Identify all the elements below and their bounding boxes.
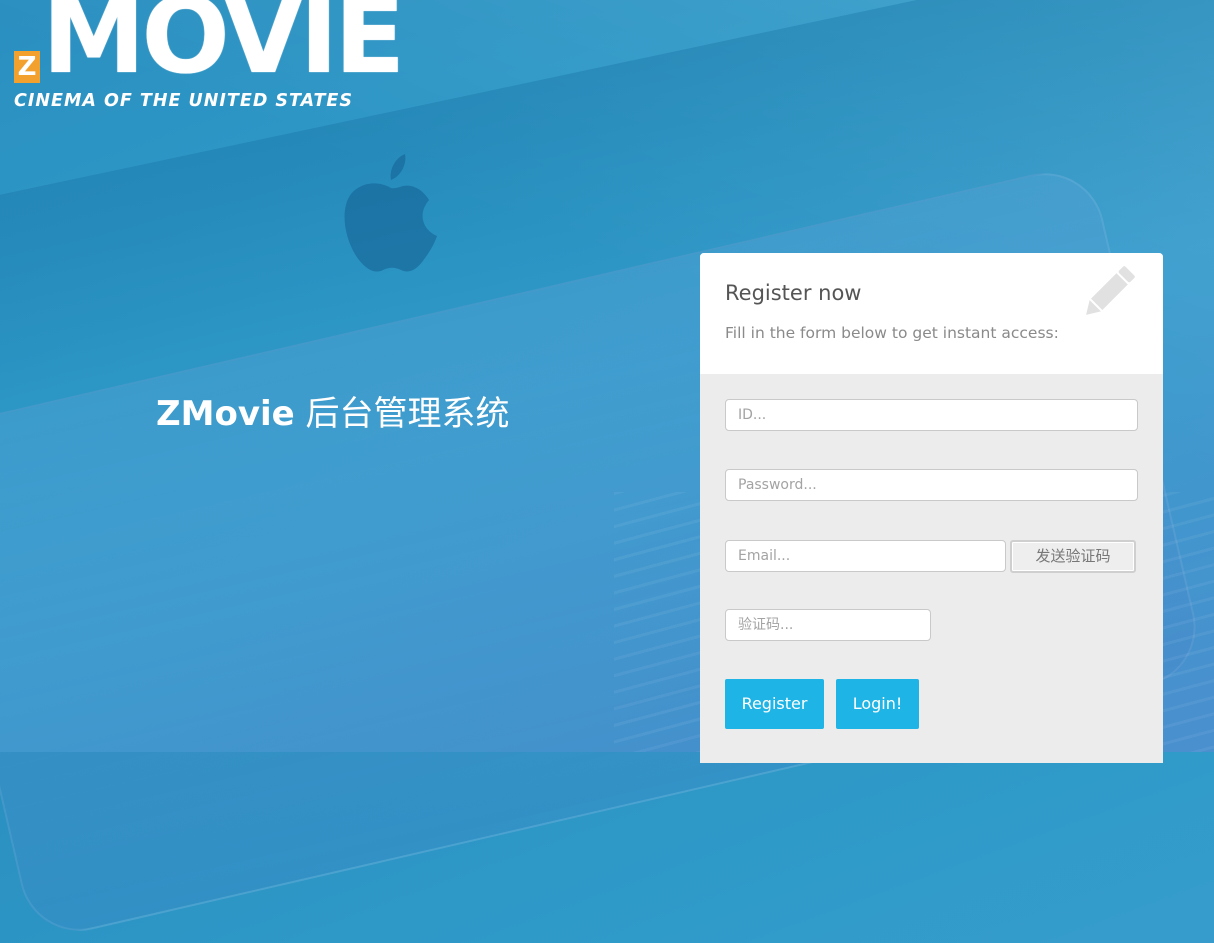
site-logo: MOVIE Z CINEMA OF THE UNITED STATES	[12, 0, 405, 118]
logo-z-badge: Z	[14, 51, 40, 83]
register-button[interactable]: Register	[725, 679, 824, 729]
verification-code-input[interactable]	[725, 609, 931, 641]
register-subtitle: Fill in the form below to get instant ac…	[725, 324, 1059, 342]
logo-word: MOVIE	[42, 0, 405, 97]
logo-tagline: CINEMA OF THE UNITED STATES	[14, 91, 353, 111]
register-card: Register now Fill in the form below to g…	[700, 253, 1163, 763]
send-code-button[interactable]: 发送验证码	[1010, 540, 1136, 573]
system-title-subtitle: 后台管理系统	[294, 394, 510, 434]
login-button[interactable]: Login!	[836, 679, 919, 729]
password-input[interactable]	[725, 469, 1138, 501]
register-card-header: Register now Fill in the form below to g…	[700, 253, 1163, 374]
system-title: ZMovie 后台管理系统	[156, 386, 510, 435]
register-title: Register now	[725, 281, 862, 305]
system-title-brand: ZMovie	[156, 394, 295, 434]
pencil-icon	[1086, 266, 1135, 315]
id-input[interactable]	[725, 399, 1138, 431]
email-input[interactable]	[725, 540, 1006, 572]
apple-logo-icon	[344, 154, 437, 272]
